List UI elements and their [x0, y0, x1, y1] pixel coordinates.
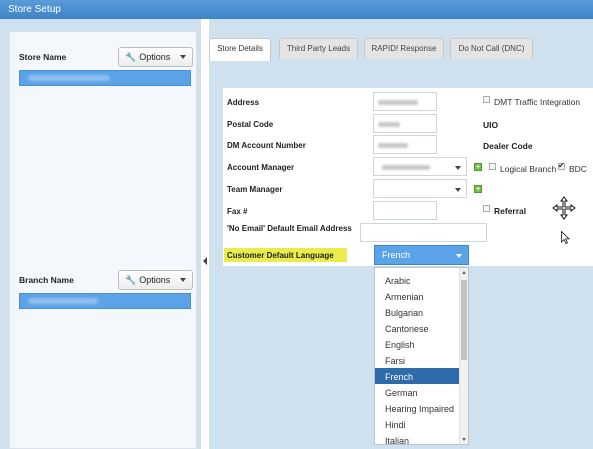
store-name-blurred-value [28, 75, 110, 81]
logical-branch-checkbox[interactable] [489, 163, 496, 170]
language-option-cantonese[interactable]: Cantonese [375, 320, 460, 336]
language-option-german[interactable]: German [375, 384, 460, 400]
branch-name-select[interactable] [19, 293, 191, 309]
chevron-down-icon [180, 278, 186, 282]
address-label: Address [227, 98, 260, 107]
account-manager-label: Account Manager [227, 163, 295, 172]
chevron-down-icon [456, 254, 462, 258]
address-input[interactable] [373, 92, 437, 111]
postal-code-input[interactable] [373, 114, 437, 133]
language-option-italian[interactable]: Italian [375, 432, 460, 444]
scroll-up-icon[interactable] [462, 271, 466, 274]
mouse-pointer-icon [561, 231, 570, 244]
store-name-label: Store Name [19, 52, 67, 62]
dropdown-scrollbar[interactable] [459, 268, 468, 444]
scrollbar-thumb[interactable] [461, 280, 467, 360]
bdc-checkbox[interactable] [558, 161, 565, 170]
add-account-manager-icon[interactable]: + [474, 163, 482, 171]
wrench-icon: 🔧 [125, 274, 137, 285]
logical-branch-label: Logical Branch [500, 164, 557, 174]
referral-label: Referral [494, 206, 527, 216]
account-manager-select[interactable] [373, 157, 467, 176]
language-dropdown-list[interactable]: Arabic Armenian Bulgarian Cantonese Engl… [374, 267, 469, 445]
language-option-bulgarian[interactable]: Bulgarian [375, 304, 460, 320]
store-name-select[interactable] [19, 70, 191, 86]
chevron-down-icon [455, 166, 461, 170]
move-cursor-icon [552, 196, 576, 220]
tab-do-not-call[interactable]: Do Not Call (DNC) [450, 38, 533, 59]
tab-store-details[interactable]: Store Details [209, 38, 271, 61]
language-option-arabic[interactable]: Arabic [375, 272, 460, 288]
language-option-hearing-impaired[interactable]: Hearing Impaired [375, 400, 460, 416]
chevron-down-icon [455, 188, 461, 192]
store-branch-card: Store Name 🔧 Options Branch Name 🔧 Optio… [9, 31, 197, 449]
store-options-button[interactable]: 🔧 Options [118, 47, 193, 67]
window-title: Store Setup [0, 0, 593, 19]
team-manager-label: Team Manager [227, 185, 283, 194]
dmt-traffic-checkbox[interactable] [483, 96, 490, 103]
dmt-traffic-label: DMT Traffic Integration [494, 97, 581, 107]
branch-options-button[interactable]: 🔧 Options [118, 270, 193, 290]
no-email-default-label: 'No Email' Default Email Address [227, 224, 352, 233]
dm-account-number-input[interactable] [373, 135, 437, 154]
postal-code-blurred-value [378, 122, 400, 127]
fax-label: Fax # [227, 207, 248, 216]
customer-default-language-label: Customer Default Language [227, 251, 334, 260]
dealer-code-label: Dealer Code [483, 141, 533, 151]
postal-code-label: Postal Code [227, 120, 274, 129]
customer-default-language-select[interactable]: French [374, 245, 469, 265]
language-option-hindi[interactable]: Hindi [375, 416, 460, 432]
pane-splitter[interactable] [200, 19, 209, 449]
dm-account-number-label: DM Account Number [227, 141, 306, 150]
referral-checkbox[interactable] [483, 205, 490, 212]
team-manager-select[interactable] [373, 179, 467, 198]
account-manager-blurred-value [382, 165, 430, 170]
branch-name-label: Branch Name [19, 275, 74, 285]
tab-third-party-leads[interactable]: Third Party Leads [279, 38, 358, 59]
bdc-label: BDC [569, 164, 587, 174]
left-pane: Store Name 🔧 Options Branch Name 🔧 Optio… [0, 19, 200, 449]
branch-options-label: Options [139, 275, 171, 285]
scroll-down-icon[interactable] [462, 438, 466, 441]
tab-rapid-response[interactable]: RAPID! Response [364, 38, 444, 59]
language-option-french[interactable]: French [375, 368, 460, 384]
language-option-farsi[interactable]: Farsi [375, 352, 460, 368]
fax-input[interactable] [373, 201, 437, 220]
language-option-english[interactable]: English [375, 336, 460, 352]
store-options-label: Options [139, 52, 171, 62]
address-blurred-value [378, 100, 418, 105]
add-team-manager-icon[interactable]: + [474, 185, 482, 193]
no-email-default-input[interactable] [360, 223, 487, 242]
uio-label: UIO [483, 120, 499, 130]
collapse-left-icon[interactable] [203, 257, 207, 265]
wrench-icon: 🔧 [125, 51, 137, 62]
language-option-armenian[interactable]: Armenian [375, 288, 460, 304]
chevron-down-icon [180, 55, 186, 59]
branch-name-blurred-value [28, 298, 98, 304]
language-select-value: French [382, 250, 411, 260]
dm-account-blurred-value [378, 143, 408, 148]
